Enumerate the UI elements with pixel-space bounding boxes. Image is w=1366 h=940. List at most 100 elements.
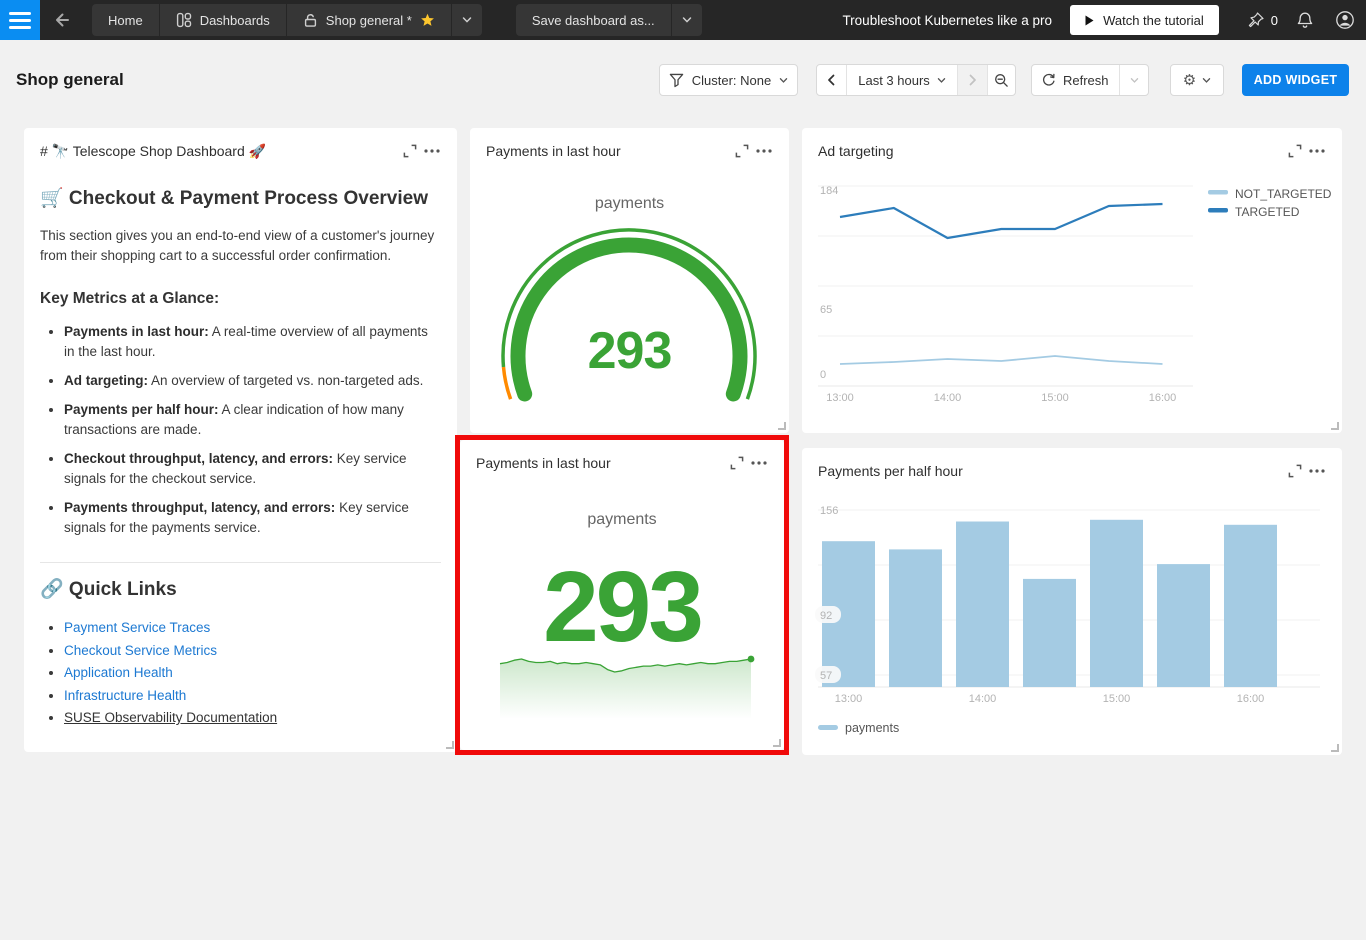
link-suse-observability-documentation[interactable]: SUSE Observability Documentation — [64, 710, 277, 725]
avatar-icon — [1335, 10, 1355, 30]
list-item: Infrastructure Health — [64, 685, 441, 708]
watch-tutorial-label: Watch the tutorial — [1103, 13, 1204, 28]
big-number-value: 293 — [460, 557, 784, 657]
expand-icon — [735, 144, 749, 158]
big-number-series-label: payments — [460, 511, 784, 529]
divider — [40, 562, 441, 563]
notifications-button[interactable] — [1292, 0, 1318, 40]
markdown-heading: 🛒 Checkout & Payment Process Overview — [40, 186, 441, 210]
chart-legend[interactable]: payments — [818, 721, 899, 735]
watch-tutorial-button[interactable]: Watch the tutorial — [1070, 5, 1219, 35]
list-item: Payments in last hour: A real-time overv… — [64, 322, 441, 362]
bar — [1090, 520, 1143, 687]
gear-icon: ⚙ — [1183, 71, 1196, 89]
time-range-selector[interactable]: Last 3 hours — [847, 65, 958, 95]
link-checkout-service-metrics[interactable]: Checkout Service Metrics — [64, 643, 217, 658]
gauge-widget-title: Payments in last hour — [486, 143, 621, 159]
pin-count: 0 — [1271, 13, 1278, 28]
time-range-label: Last 3 hours — [858, 73, 930, 88]
link-application-health[interactable]: Application Health — [64, 665, 173, 680]
targeted-line — [840, 204, 1163, 238]
save-dashboard-dropdown[interactable] — [672, 4, 702, 36]
chevron-right-icon — [969, 74, 977, 86]
widget-resize-handle[interactable] — [778, 422, 786, 430]
refresh-button[interactable]: Refresh — [1032, 65, 1120, 95]
chevron-down-icon — [1130, 77, 1139, 84]
chevron-down-icon — [779, 77, 788, 84]
time-range-control: Last 3 hours — [816, 64, 1016, 96]
chart-legend[interactable]: NOT_TARGETED TARGETED — [1208, 187, 1332, 219]
pin-button[interactable] — [1243, 0, 1269, 40]
payments-bar-chart: 156 92 57 13:00 14:00 15:00 16:00 paymen… — [802, 448, 1342, 755]
legend-swatch-targeted — [1208, 208, 1228, 213]
save-dashboard-button[interactable]: Save dashboard as... — [516, 4, 672, 36]
x-tick: 16:00 — [1237, 693, 1265, 705]
time-forward-button[interactable] — [958, 65, 988, 95]
refresh-options-dropdown[interactable] — [1120, 65, 1149, 95]
y-tick: 156 — [820, 505, 838, 517]
save-dashboard-group: Save dashboard as... — [516, 4, 702, 36]
x-tick: 14:00 — [969, 693, 997, 705]
tab-options-dropdown[interactable] — [452, 4, 482, 36]
unlock-icon — [303, 13, 318, 28]
legend-label-not-targeted[interactable]: NOT_TARGETED — [1235, 187, 1332, 201]
back-button[interactable] — [40, 0, 84, 40]
widget-menu-button[interactable] — [748, 454, 770, 472]
payments-gauge-widget: Payments in last hour payments 293 — [470, 128, 789, 433]
bar — [1224, 525, 1277, 687]
tab-shop-general[interactable]: Shop general * — [287, 4, 452, 36]
tab-home[interactable]: Home — [92, 4, 160, 36]
payments-per-half-hour-widget: Payments per half hour 156 92 — [802, 448, 1342, 755]
expand-widget-button[interactable] — [399, 142, 421, 160]
promo-text: Troubleshoot Kubernetes like a pro — [842, 13, 1052, 28]
expand-widget-button[interactable] — [731, 142, 753, 160]
cluster-filter-label: Cluster: None — [692, 73, 771, 88]
metrics-list: Payments in last hour: A real-time overv… — [40, 322, 441, 538]
tab-dashboards[interactable]: Dashboards — [160, 4, 287, 36]
x-tick: 16:00 — [1149, 392, 1177, 404]
bar — [1023, 579, 1076, 687]
refresh-control: Refresh — [1031, 64, 1149, 96]
widget-menu-button[interactable] — [753, 142, 775, 160]
quick-links-heading: 🔗 Quick Links — [40, 577, 441, 601]
widget-resize-handle[interactable] — [773, 739, 781, 747]
play-icon — [1085, 15, 1094, 26]
add-widget-button[interactable]: ADD WIDGET — [1242, 64, 1349, 96]
zoom-out-icon — [994, 73, 1009, 88]
sparkline-chart — [498, 655, 758, 725]
chevron-down-icon — [1202, 77, 1211, 84]
pin-icon — [1246, 11, 1265, 30]
chevron-left-icon — [827, 74, 835, 86]
star-icon[interactable] — [420, 13, 435, 28]
y-tick-pill: 92 — [815, 606, 841, 623]
cluster-filter-button[interactable]: Cluster: None — [659, 64, 798, 96]
link-payment-service-traces[interactable]: Payment Service Traces — [64, 620, 210, 635]
gridlines — [818, 186, 1193, 386]
payments-big-number-widget: Payments in last hour payments 293 — [460, 440, 784, 750]
list-item: Ad targeting: An overview of targeted vs… — [64, 371, 441, 391]
widget-resize-handle[interactable] — [1331, 744, 1339, 752]
widget-menu-button[interactable] — [421, 142, 443, 160]
legend-label-payments[interactable]: payments — [845, 721, 899, 735]
widget-resize-handle[interactable] — [1331, 422, 1339, 430]
zoom-out-time-button[interactable] — [988, 65, 1015, 95]
x-tick: 14:00 — [934, 392, 962, 404]
link-infrastructure-health[interactable]: Infrastructure Health — [64, 688, 186, 703]
dashboard-settings-button[interactable]: ⚙ — [1170, 64, 1224, 96]
widget-resize-handle[interactable] — [446, 741, 454, 749]
legend-swatch-not-targeted — [1208, 190, 1228, 195]
expand-widget-button[interactable] — [726, 454, 748, 472]
hamburger-menu-button[interactable] — [0, 0, 40, 40]
chevron-down-icon — [462, 16, 472, 24]
user-menu-button[interactable] — [1332, 0, 1358, 40]
big-number-widget-title: Payments in last hour — [476, 455, 611, 471]
time-back-button[interactable] — [817, 65, 847, 95]
y-tick-pill: 57 — [815, 666, 841, 683]
legend-swatch-payments — [818, 725, 838, 730]
refresh-icon — [1042, 73, 1056, 87]
markdown-widget-title: # 🔭 Telescope Shop Dashboard 🚀 — [40, 143, 266, 160]
tab-dashboards-label: Dashboards — [200, 13, 270, 28]
legend-label-targeted[interactable]: TARGETED — [1235, 205, 1300, 219]
x-tick: 15:00 — [1041, 392, 1069, 404]
bars-group — [822, 520, 1277, 687]
